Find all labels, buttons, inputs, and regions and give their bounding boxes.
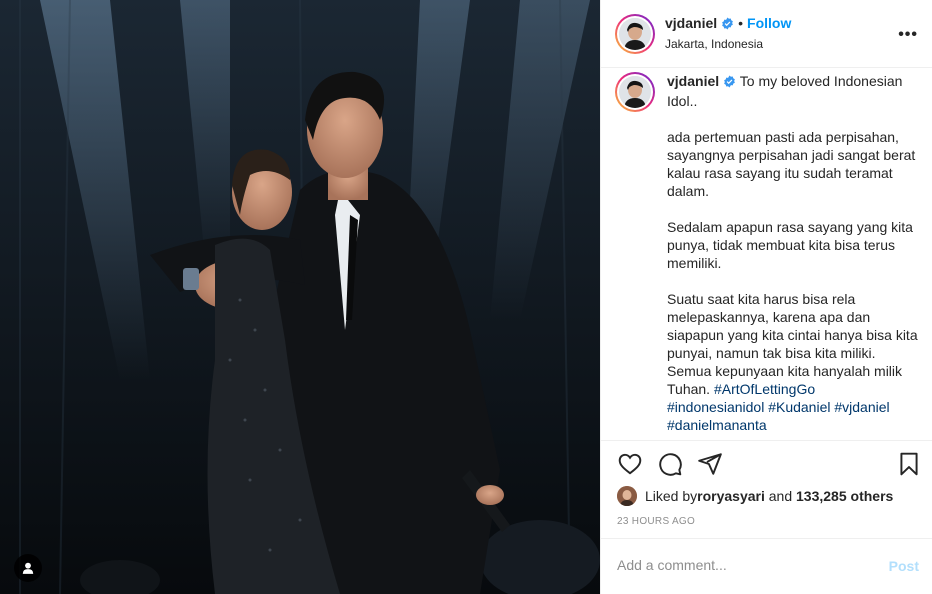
more-options-button[interactable]: •••	[898, 26, 918, 44]
liker-avatar[interactable]	[617, 486, 637, 506]
hashtag-link[interactable]: #ArtOfLettingGo	[714, 381, 815, 397]
tagged-users-button[interactable]	[14, 554, 42, 582]
post-photo[interactable]	[0, 0, 600, 594]
caption-text: vjdaniel To my beloved Indonesian Idol..…	[667, 72, 919, 434]
bookmark-icon[interactable]	[896, 451, 922, 482]
verified-badge-icon	[721, 17, 734, 35]
comment-icon[interactable]	[657, 451, 683, 482]
caption-username[interactable]: vjdaniel	[667, 73, 719, 89]
post-sidebar: vjdaniel •Follow Jakarta, Indonesia •••	[600, 0, 932, 594]
hashtag-link[interactable]: #indonesianidol	[667, 399, 764, 415]
caption-avatar[interactable]	[615, 72, 655, 112]
avatar[interactable]	[615, 13, 655, 54]
likes-middle: and	[764, 488, 797, 504]
paper-plane-icon[interactable]	[697, 451, 723, 482]
post-comment-button[interactable]: Post	[889, 558, 919, 574]
hashtag-link[interactable]: #danielmananta	[667, 417, 767, 433]
post-timestamp[interactable]: 23 HOURS AGO	[617, 516, 695, 527]
follow-button[interactable]: Follow	[747, 15, 791, 31]
comments-area[interactable]: vjdaniel To my beloved Indonesian Idol..…	[601, 68, 932, 440]
caption: vjdaniel To my beloved Indonesian Idol..…	[615, 72, 919, 434]
avatar-image	[619, 76, 651, 108]
hashtag-link[interactable]: #vjdaniel	[834, 399, 889, 415]
action-bar	[601, 440, 932, 486]
caption-body: To my beloved Indonesian Idol.. ada pert…	[667, 73, 918, 397]
post-image	[0, 0, 600, 594]
location-link[interactable]: Jakarta, Indonesia	[665, 35, 791, 53]
likes-summary: Liked by roryasyari and 133,285 others	[617, 486, 893, 506]
username-link[interactable]: vjdaniel	[665, 15, 717, 31]
likes-count-link[interactable]: 133,285 others	[796, 487, 893, 505]
comment-input[interactable]	[617, 557, 867, 573]
avatar-image	[619, 17, 651, 50]
verified-badge-icon	[723, 74, 736, 92]
hashtag-link[interactable]: #Kudaniel	[768, 399, 830, 415]
separator-dot: •	[738, 15, 744, 31]
comment-bar: Post	[601, 538, 932, 594]
likes-prefix: Liked by	[645, 488, 698, 504]
user-tag-icon	[22, 562, 34, 574]
heart-icon[interactable]	[617, 451, 643, 482]
liker-username[interactable]: roryasyari	[697, 487, 765, 505]
post-header: vjdaniel • Follow Jakarta, Indonesia •••	[601, 0, 932, 68]
